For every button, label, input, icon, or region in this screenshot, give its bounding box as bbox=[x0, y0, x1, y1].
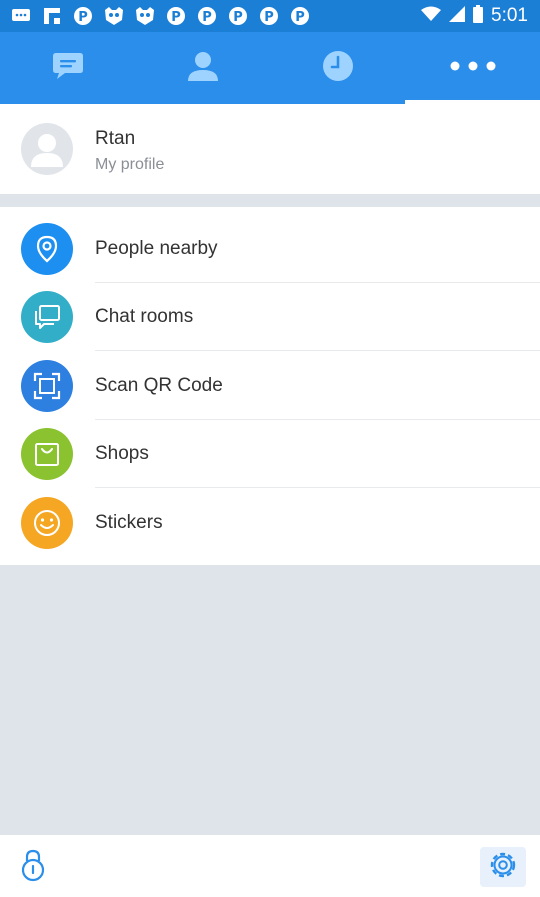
chat-rooms-icon bbox=[21, 291, 73, 343]
mask-icon bbox=[134, 6, 156, 26]
divider bbox=[95, 350, 540, 351]
bottom-bar bbox=[0, 835, 540, 897]
svg-text:P: P bbox=[264, 10, 274, 25]
message-icon bbox=[10, 6, 32, 26]
menu-item-scan-qr-code[interactable]: Scan QR Code bbox=[0, 352, 540, 420]
status-bar: P P P P P P 5:01 bbox=[0, 0, 540, 32]
divider bbox=[95, 487, 540, 488]
menu-item-label: Shops bbox=[95, 443, 149, 464]
menu-item-label: Scan QR Code bbox=[95, 375, 223, 396]
profile-name: Rtan bbox=[95, 128, 136, 149]
wifi-icon bbox=[421, 6, 442, 27]
menu-item-label: People nearby bbox=[95, 238, 218, 259]
avatar bbox=[21, 123, 73, 175]
menu-item-people-nearby[interactable]: People nearby bbox=[0, 215, 540, 283]
menu-item-stickers[interactable]: Stickers bbox=[0, 489, 540, 557]
clock-icon bbox=[321, 49, 355, 88]
profile-row[interactable]: Rtan My profile bbox=[0, 104, 540, 194]
tab-recent[interactable] bbox=[270, 32, 405, 104]
svg-text:P: P bbox=[202, 10, 212, 25]
svg-text:P: P bbox=[295, 10, 305, 25]
settings-button[interactable] bbox=[480, 847, 526, 887]
chat-bubble-icon bbox=[51, 51, 85, 86]
tab-chats[interactable] bbox=[0, 32, 135, 104]
svg-text:P: P bbox=[78, 10, 88, 25]
lock-icon bbox=[19, 848, 47, 887]
svg-text:P: P bbox=[171, 10, 181, 25]
person-icon bbox=[186, 50, 220, 87]
lock-button[interactable] bbox=[14, 847, 52, 887]
pinterest-icon: P bbox=[227, 6, 249, 26]
pinterest-icon: P bbox=[72, 6, 94, 26]
tab-contacts[interactable] bbox=[135, 32, 270, 104]
flipboard-icon bbox=[41, 6, 63, 26]
notification-icons: P P P P P P bbox=[0, 6, 311, 26]
clock-time: 5:01 bbox=[491, 5, 528, 26]
menu-item-chat-rooms[interactable]: Chat rooms bbox=[0, 283, 540, 351]
more-icon bbox=[449, 59, 497, 77]
smiley-icon bbox=[21, 497, 73, 549]
pinterest-icon: P bbox=[196, 6, 218, 26]
menu-item-label: Stickers bbox=[95, 512, 163, 533]
shopping-bag-icon bbox=[21, 428, 73, 480]
battery-icon bbox=[473, 4, 484, 28]
signal-icon bbox=[449, 5, 466, 27]
pinterest-icon: P bbox=[289, 6, 311, 26]
menu-item-shops[interactable]: Shops bbox=[0, 420, 540, 488]
pinterest-icon: P bbox=[258, 6, 280, 26]
profile-subtitle: My profile bbox=[95, 156, 165, 173]
tab-more[interactable] bbox=[405, 32, 540, 104]
scan-qr-icon bbox=[21, 360, 73, 412]
mask-icon bbox=[103, 6, 125, 26]
svg-text:P: P bbox=[233, 10, 243, 25]
gear-icon bbox=[487, 849, 519, 886]
tab-bar bbox=[0, 32, 540, 104]
location-pin-icon bbox=[21, 223, 73, 275]
pinterest-icon: P bbox=[165, 6, 187, 26]
menu-item-label: Chat rooms bbox=[95, 306, 194, 327]
more-menu: People nearby Chat rooms Scan QR Code Sh… bbox=[0, 207, 540, 565]
avatar-placeholder-icon bbox=[31, 134, 63, 167]
